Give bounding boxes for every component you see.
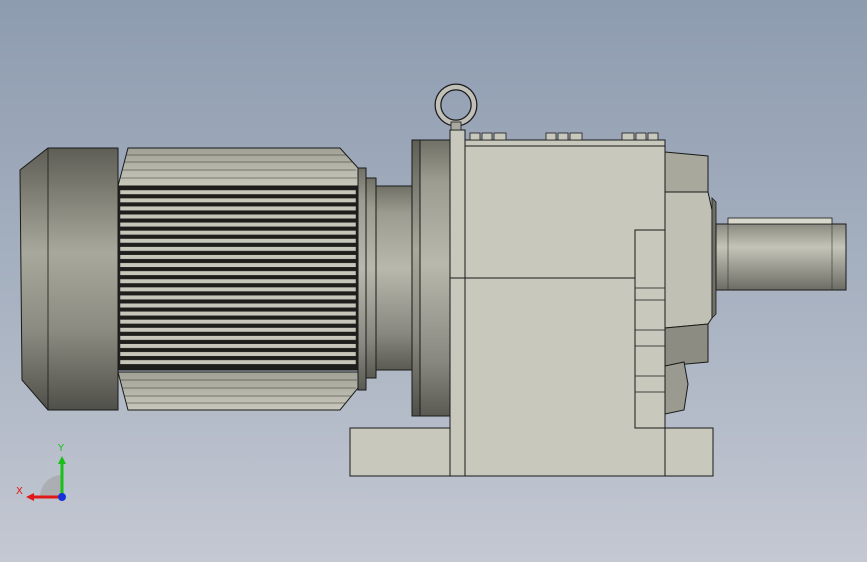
cooling-fin <box>119 205 357 211</box>
motor-adapter[interactable] <box>375 185 413 371</box>
cooling-fin <box>119 303 357 308</box>
cooling-fin <box>119 359 357 365</box>
cooling-fin <box>119 197 357 203</box>
cooling-fin <box>119 311 357 317</box>
gearbox-flange[interactable] <box>411 139 451 417</box>
motor-body[interactable] <box>117 147 377 411</box>
output-shaft[interactable] <box>715 217 847 291</box>
x-axis-arrowhead <box>26 493 34 501</box>
cooling-fin <box>119 222 357 228</box>
motor-fan-cover[interactable] <box>19 147 119 411</box>
lifting-eye-bolt[interactable] <box>434 83 478 131</box>
gear-motor-model[interactable] <box>0 0 867 562</box>
cooling-fin <box>119 319 357 325</box>
cooling-fin <box>119 327 357 333</box>
y-axis-label: Y <box>58 443 65 454</box>
triad-arc <box>40 475 62 497</box>
cooling-fin <box>119 335 357 341</box>
cooling-fin <box>119 246 357 252</box>
cooling-fin <box>119 238 357 244</box>
axis-triad: X Y <box>10 440 80 510</box>
y-axis-arrowhead <box>58 456 66 464</box>
cooling-fin <box>119 294 357 300</box>
cooling-fin <box>119 189 357 195</box>
cooling-fin <box>119 286 357 292</box>
z-axis-indicator <box>58 493 66 501</box>
cooling-fin <box>119 254 357 260</box>
graphics-viewport[interactable]: X Y <box>0 0 867 562</box>
cooling-fin <box>119 351 357 357</box>
x-axis-label: X <box>16 486 23 497</box>
cooling-fin <box>119 230 357 236</box>
cooling-fin <box>119 214 357 219</box>
cooling-fin <box>119 278 357 284</box>
cooling-fin <box>119 343 357 349</box>
cooling-fin <box>119 270 357 276</box>
cooling-fin <box>119 262 357 268</box>
output-bearing-housing[interactable] <box>664 151 717 415</box>
